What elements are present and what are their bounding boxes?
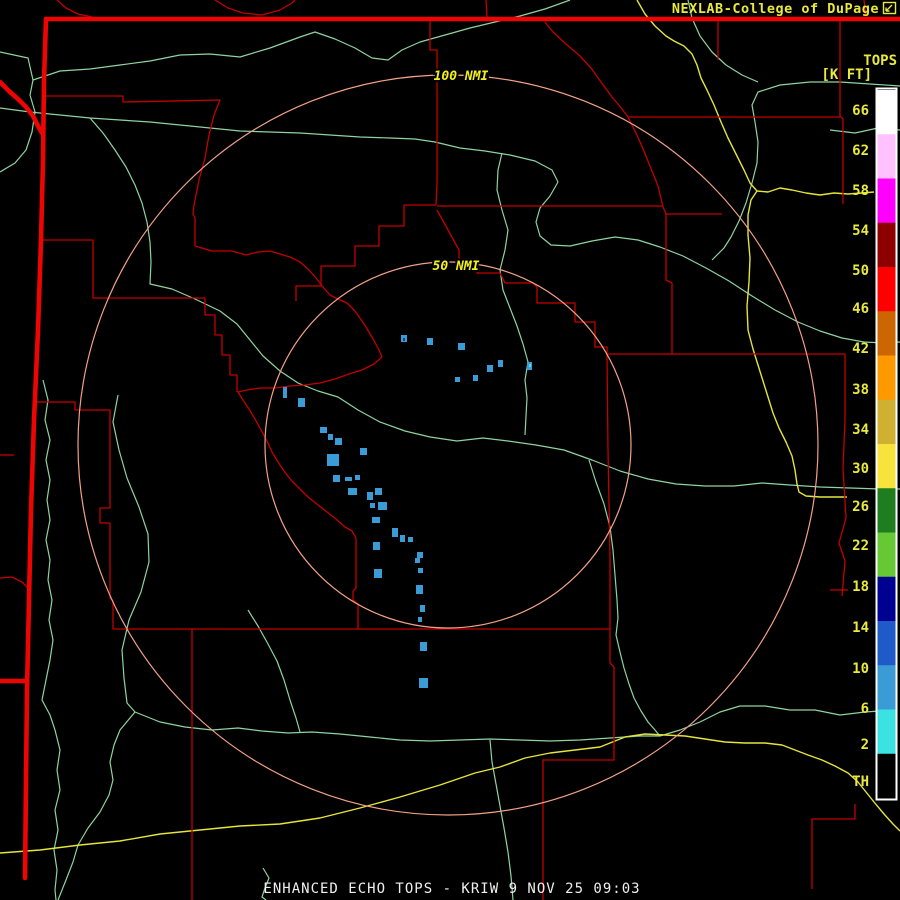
color-scale-tick-label: 50 (852, 263, 869, 279)
color-scale-tick-label: 18 (852, 579, 869, 595)
road-lines (0, 0, 900, 853)
color-scale-tick-label: 38 (852, 382, 869, 398)
color-scale-segment (878, 577, 896, 622)
color-scale-segment (878, 621, 896, 666)
echo-cell (373, 542, 380, 550)
color-scale-segment (878, 665, 896, 710)
echo-cell (355, 475, 360, 480)
echo-cell (328, 434, 333, 440)
echo-cell (420, 605, 425, 612)
color-scale-segment (878, 488, 896, 533)
range-ring-100nmi (78, 75, 818, 815)
color-scale-segment (878, 356, 896, 401)
header: NEXLAB-College of DuPage (672, 1, 896, 17)
color-scale-segment (878, 311, 896, 356)
color-scale-tick-label: 62 (852, 143, 869, 159)
color-scale-tick-label: 42 (852, 341, 869, 357)
echo-cell (473, 375, 478, 381)
echo-cell (417, 552, 423, 558)
echo-cell (392, 528, 398, 537)
echo-cell (427, 338, 433, 345)
echo-cell (367, 492, 373, 500)
echo-cell (458, 343, 465, 350)
color-scale-segments (878, 90, 896, 799)
color-scale-tick-label: 30 (852, 461, 869, 477)
echo-cell (416, 585, 423, 594)
color-scale-tick-label: 58 (852, 183, 869, 199)
range-ring-50nmi-label: 50 NMI (433, 259, 480, 274)
echo-cell (378, 502, 387, 510)
echo-cell (487, 365, 493, 372)
county-borders (0, 0, 866, 900)
radar-map: 100 NMI 50 NMI TOPS [K FT] 6662585450464… (0, 0, 900, 900)
echo-cell (415, 558, 420, 563)
echo-cell (298, 398, 305, 407)
echo-cell (418, 568, 423, 573)
color-scale-segment (878, 533, 896, 578)
color-scale-tick-label: 66 (852, 103, 869, 119)
echo-cell (360, 448, 367, 455)
color-scale-segment (878, 90, 896, 135)
color-scale-tick-label: 14 (852, 620, 869, 636)
echo-cell (498, 360, 503, 367)
echo-cell (370, 503, 375, 508)
color-scale-segment (878, 134, 896, 179)
color-scale-tick-label: 54 (852, 223, 869, 239)
color-scale-tick-label: 2 (861, 737, 869, 753)
color-scale-tick-label: 34 (852, 422, 869, 438)
color-scale-units: [K FT] (821, 67, 872, 83)
echo-cell (420, 642, 427, 651)
echo-cell (455, 377, 460, 382)
range-ring-50nmi (265, 262, 631, 628)
river-lines (0, 0, 900, 900)
radar-echoes (283, 335, 532, 688)
echo-cell (400, 535, 405, 542)
echo-cell (374, 569, 382, 578)
echo-cell (283, 387, 287, 398)
echo-cell (320, 427, 327, 433)
color-scale-segment (878, 444, 896, 489)
color-scale-segment (878, 400, 896, 445)
color-scale-segment (878, 710, 896, 755)
echo-cell (372, 517, 380, 523)
echo-cell (345, 477, 352, 481)
color-scale-tick-label: 22 (852, 538, 869, 554)
echo-tops-color-scale: TOPS [K FT] 6662585450464238343026221814… (821, 53, 897, 800)
echo-cell (418, 617, 422, 622)
echo-cell (335, 438, 342, 445)
color-scale-segment (878, 223, 896, 268)
echo-cell (419, 678, 428, 688)
color-scale-tick-label: 26 (852, 499, 869, 515)
product-status-label: ENHANCED ECHO TOPS - KRIW 9 NOV 25 09:03 (263, 881, 640, 897)
range-ring-100nmi-label: 100 NMI (434, 69, 489, 84)
color-scale-segment (878, 267, 896, 312)
color-scale-tick-labels: 66625854504642383430262218141062TH (852, 103, 869, 790)
color-scale-tick-label: 6 (861, 701, 869, 717)
color-scale-tick-label: 10 (852, 661, 869, 677)
state-borders (0, 19, 900, 878)
echo-cell (327, 454, 339, 466)
echo-cell (375, 488, 382, 495)
radar-display: 100 NMI 50 NMI TOPS [K FT] 6662585450464… (0, 0, 900, 900)
echo-cell (403, 338, 405, 341)
header-title: NEXLAB-College of DuPage (672, 1, 879, 17)
echo-cell (408, 537, 413, 542)
color-scale-segment (878, 754, 896, 799)
color-scale-tick-label: 46 (852, 301, 869, 317)
color-scale-segment (878, 179, 896, 224)
echo-cell (333, 475, 340, 482)
echo-cell (348, 488, 357, 495)
echo-cell (529, 364, 531, 367)
range-rings: 100 NMI 50 NMI (78, 69, 818, 815)
export-arrow-icon[interactable] (884, 3, 896, 14)
color-scale-tick-label: TH (852, 774, 869, 790)
